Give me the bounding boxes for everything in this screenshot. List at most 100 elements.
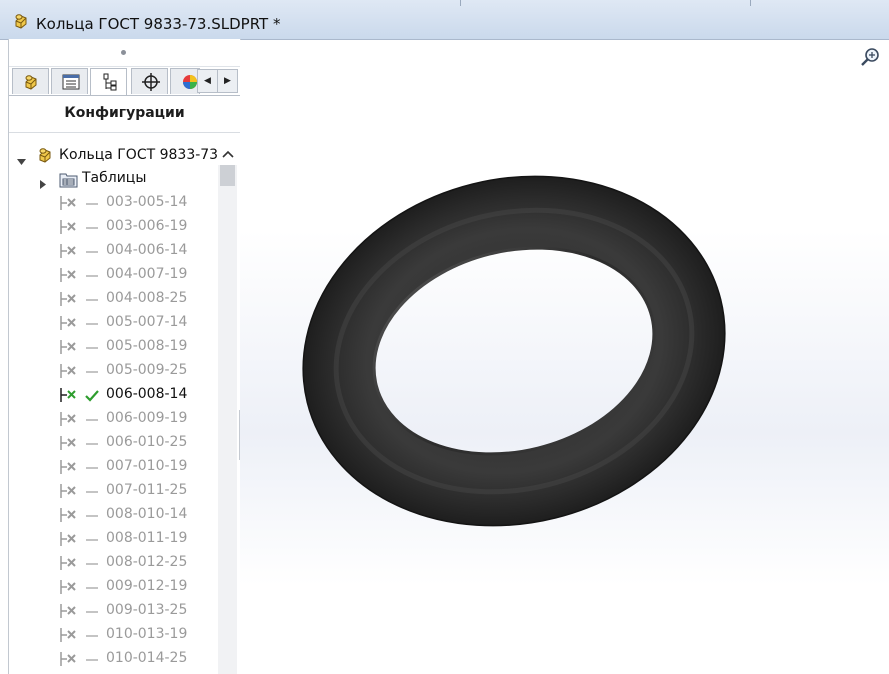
- configuration-item[interactable]: 010-013-19: [9, 623, 218, 647]
- dash-icon: [84, 412, 100, 431]
- tabs-scroll-right-button[interactable]: ▶: [217, 69, 238, 93]
- feature-manager-tab[interactable]: [12, 68, 49, 94]
- dash-icon: [84, 604, 100, 623]
- grip-dot: [121, 50, 126, 55]
- configuration-item[interactable]: 008-012-25: [9, 551, 218, 575]
- scrollbar-thumb[interactable]: [220, 165, 235, 186]
- configuration-name: 009-013-25: [106, 602, 188, 618]
- window-title: Кольца ГОСТ 9833-73.SLDPRT *: [36, 15, 281, 33]
- dash-icon: [84, 220, 100, 239]
- display-manager-tab[interactable]: [170, 68, 200, 94]
- dash-icon: [84, 268, 100, 287]
- configuration-item[interactable]: 009-013-25: [9, 599, 218, 623]
- configuration-icon: [58, 627, 80, 647]
- configuration-item[interactable]: 008-011-19: [9, 527, 218, 551]
- configuration-item[interactable]: 005-009-25: [9, 359, 218, 383]
- tables-label: Таблицы: [82, 170, 147, 186]
- dash-icon: [84, 244, 100, 263]
- configuration-item[interactable]: 006-010-25: [9, 431, 218, 455]
- configuration-name: 005-008-19: [106, 338, 188, 354]
- part-icon: [36, 146, 56, 168]
- tabs-scroll-left-button[interactable]: ◀: [197, 69, 218, 93]
- configuration-name: 005-007-14: [106, 314, 188, 330]
- configuration-item[interactable]: 010-014-25: [9, 647, 218, 671]
- configuration-item[interactable]: 004-006-14: [9, 239, 218, 263]
- configuration-name: 006-008-14: [106, 386, 188, 402]
- configuration-icon: [58, 195, 80, 215]
- configuration-name: 007-010-19: [106, 458, 188, 474]
- zoom-magnifier-icon[interactable]: [860, 46, 882, 72]
- titlebar-divider: [750, 0, 751, 6]
- part-icon: [12, 12, 32, 34]
- dash-icon: [84, 340, 100, 359]
- configuration-icon: [58, 291, 80, 311]
- configuration-icon: [58, 363, 80, 383]
- configuration-icon: [58, 483, 80, 503]
- manager-tabs: ◀ ▶: [9, 68, 240, 96]
- configuration-icon: [58, 507, 80, 527]
- configuration-item[interactable]: 003-005-14: [9, 191, 218, 215]
- configuration-icon: [58, 411, 80, 431]
- configuration-icon: [58, 219, 80, 239]
- configuration-manager-tab[interactable]: [90, 68, 127, 95]
- dash-icon: [84, 364, 100, 383]
- panel-divider: [9, 132, 240, 133]
- dimxpert-tab[interactable]: [131, 68, 168, 94]
- configuration-icon: [58, 315, 80, 335]
- configuration-item[interactable]: 006-009-19: [9, 407, 218, 431]
- configuration-icon: [58, 555, 80, 575]
- tables-node[interactable]: Таблицы: [9, 167, 218, 191]
- configuration-item[interactable]: 007-010-19: [9, 455, 218, 479]
- configuration-name: 008-011-19: [106, 530, 188, 546]
- configuration-name: 006-009-19: [106, 410, 188, 426]
- configuration-name: 006-010-25: [106, 434, 188, 450]
- configuration-item[interactable]: 009-012-19: [9, 575, 218, 599]
- configuration-icon: [58, 459, 80, 479]
- dash-icon: [84, 532, 100, 551]
- configuration-icon: [58, 387, 80, 407]
- scroll-up-button[interactable]: [219, 146, 237, 164]
- dash-icon: [84, 436, 100, 455]
- dash-icon: [84, 196, 100, 215]
- configuration-icon: [58, 651, 80, 671]
- configuration-icon: [58, 339, 80, 359]
- dash-icon: [84, 316, 100, 335]
- root-label: Кольца ГОСТ 9833-73 к: [59, 147, 231, 163]
- panel-grip[interactable]: [9, 39, 240, 67]
- configuration-item[interactable]: 008-010-14: [9, 503, 218, 527]
- checkmark-icon: [84, 388, 100, 407]
- graphics-viewport[interactable]: [240, 40, 889, 674]
- configuration-item[interactable]: 007-011-25: [9, 479, 218, 503]
- configuration-icon: [58, 435, 80, 455]
- panel-title: Конфигурации: [64, 105, 185, 121]
- dash-icon: [84, 652, 100, 671]
- configuration-root[interactable]: Кольца ГОСТ 9833-73 к: [9, 145, 240, 165]
- window-titlebar: Кольца ГОСТ 9833-73.SLDPRT *: [0, 0, 889, 40]
- configuration-name: 008-010-14: [106, 506, 188, 522]
- configuration-name: 003-006-19: [106, 218, 188, 234]
- configuration-item[interactable]: 005-008-19: [9, 335, 218, 359]
- configuration-name: 007-011-25: [106, 482, 188, 498]
- configuration-name: 004-008-25: [106, 290, 188, 306]
- configuration-name: 004-007-19: [106, 266, 188, 282]
- configuration-item[interactable]: 004-008-25: [9, 287, 218, 311]
- dash-icon: [84, 580, 100, 599]
- configuration-item[interactable]: 006-008-14: [9, 383, 218, 407]
- configuration-item[interactable]: 003-006-19: [9, 215, 218, 239]
- property-manager-tab[interactable]: [51, 68, 88, 94]
- configuration-name: 004-006-14: [106, 242, 188, 258]
- tree-scrollbar[interactable]: [218, 165, 237, 674]
- dash-icon: [84, 292, 100, 311]
- dash-icon: [84, 628, 100, 647]
- dash-icon: [84, 508, 100, 527]
- configuration-icon: [58, 267, 80, 287]
- o-ring-model[interactable]: [240, 40, 889, 674]
- triangle-left-icon: ◀: [204, 76, 211, 86]
- configuration-item[interactable]: 004-007-19: [9, 263, 218, 287]
- configuration-manager-panel: ◀ ▶ Конфигурации Кольца ГОСТ 9833-73 к Т…: [8, 39, 241, 674]
- configuration-icon: [58, 243, 80, 263]
- table-folder-icon: [59, 171, 78, 192]
- configuration-name: 005-009-25: [106, 362, 188, 378]
- configuration-item[interactable]: 005-007-14: [9, 311, 218, 335]
- triangle-right-icon: ▶: [224, 76, 231, 86]
